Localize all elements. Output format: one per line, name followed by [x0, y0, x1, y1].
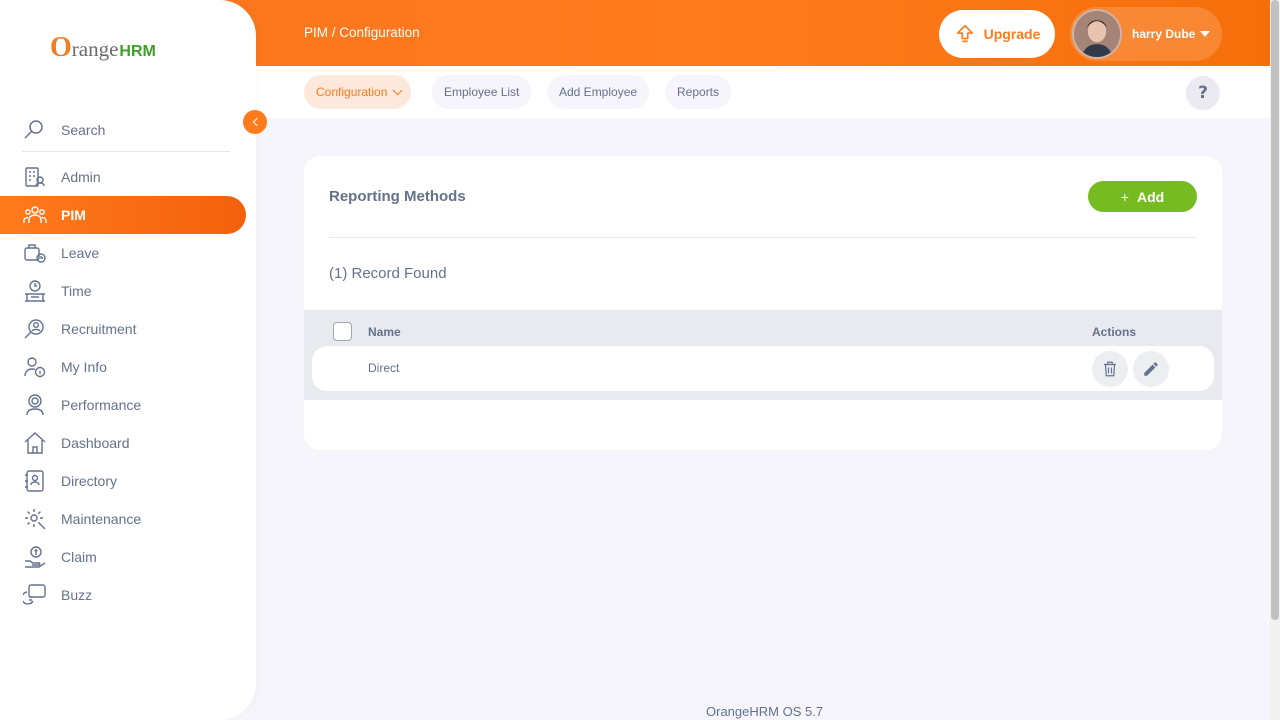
buzz-icon — [23, 584, 46, 605]
upgrade-button[interactable]: Upgrade — [939, 10, 1055, 58]
trash-icon — [1104, 361, 1116, 377]
tab-configuration[interactable]: Configuration — [304, 75, 412, 109]
breadcrumb-module: PIM — [304, 25, 329, 40]
tab-label: Reports — [677, 85, 720, 99]
orangehrm-logo: Orange HRM — [50, 32, 156, 64]
column-header-name: Name — [368, 325, 401, 339]
performance-icon — [26, 394, 44, 416]
table-row[interactable]: Direct — [312, 346, 1214, 391]
sidebar-item-dashboard[interactable]: Dashboard — [0, 424, 246, 462]
page-scrollbar[interactable] — [1270, 0, 1280, 720]
record-count: (1) Record Found — [329, 265, 447, 282]
breadcrumb-page: Configuration — [339, 25, 420, 40]
scrollbar-thumb[interactable] — [1271, 0, 1279, 620]
sidebar-item-performance[interactable]: Performance — [0, 386, 246, 424]
add-button-label: Add — [1136, 188, 1165, 205]
sidebar-item-label: Performance — [61, 397, 142, 413]
leave-icon — [24, 244, 46, 263]
sidebar-item-label: Recruitment — [61, 321, 137, 337]
sidebar-item-directory[interactable]: Directory — [0, 462, 246, 500]
time-icon — [25, 280, 45, 302]
sidebar-item-label: PIM — [61, 207, 86, 223]
plus-icon: + — [1120, 188, 1129, 205]
dashboard-icon — [24, 432, 46, 454]
sidebar-search[interactable]: Search — [22, 108, 230, 152]
tab-label: Add Employee — [559, 85, 638, 99]
upgrade-label: Upgrade — [983, 26, 1041, 42]
sidebar-item-recruitment[interactable]: Recruitment — [0, 310, 246, 348]
add-button[interactable]: + Add — [1088, 181, 1197, 212]
upgrade-arrow-icon — [956, 24, 973, 43]
sidebar-item-admin[interactable]: Admin — [0, 158, 246, 196]
sidebar-item-my-info[interactable]: My Info — [0, 348, 246, 386]
sidebar-item-buzz[interactable]: Buzz — [0, 576, 246, 614]
sidebar-item-label: Dashboard — [61, 435, 130, 451]
divider — [329, 237, 1197, 238]
sidebar-item-maintenance[interactable]: Maintenance — [0, 500, 246, 538]
sidebar: Orange HRM Search Admin PIM Leave Time Re… — [0, 0, 256, 720]
sidebar-item-label: Directory — [61, 473, 118, 489]
sidebar-item-label: Leave — [61, 245, 100, 261]
breadcrumb: PIM / Configuration — [304, 25, 420, 40]
directory-icon — [25, 470, 44, 492]
breadcrumb-separator: / — [328, 25, 340, 40]
column-header-actions: Actions — [1092, 325, 1137, 339]
user-dropdown[interactable]: harry Dube — [1070, 7, 1222, 61]
user-name: harry Dube — [1132, 27, 1196, 41]
page-title: Reporting Methods — [329, 188, 466, 205]
logo-o: O — [50, 32, 72, 63]
admin-icon — [25, 167, 45, 187]
footer-version: OrangeHRM OS 5.7 — [706, 704, 824, 719]
search-label: Search — [61, 121, 106, 138]
tab-add-employee[interactable]: Add Employee — [547, 75, 650, 109]
maintenance-icon — [25, 509, 46, 530]
sidebar-item-leave[interactable]: Leave — [0, 234, 246, 272]
help-button[interactable]: ? — [1186, 76, 1220, 110]
reporting-methods-card: Reporting Methods + Add (1) Record Found… — [304, 156, 1222, 450]
chevron-down-icon — [393, 84, 403, 95]
chevron-left-icon — [252, 117, 261, 127]
sidebar-item-pim[interactable]: PIM — [0, 196, 246, 234]
avatar — [1072, 9, 1122, 59]
sidebar-item-label: Buzz — [61, 587, 93, 603]
edit-button[interactable] — [1133, 351, 1169, 387]
sidebar-item-label: Maintenance — [61, 511, 142, 527]
caret-down-icon — [1200, 31, 1211, 37]
tab-reports[interactable]: Reports — [665, 75, 732, 109]
tab-label: Configuration — [316, 85, 388, 99]
select-all-checkbox[interactable] — [333, 322, 352, 341]
sidebar-item-claim[interactable]: Claim — [0, 538, 246, 576]
pim-icon — [23, 206, 47, 223]
records-table: Name Actions Direct — [304, 310, 1222, 400]
tab-employee-list[interactable]: Employee List — [432, 75, 532, 109]
sidebar-item-label: Admin — [61, 169, 101, 185]
sidebar-item-label: Time — [61, 283, 92, 299]
sidebar-item-label: Claim — [61, 549, 97, 565]
logo-text: range — [71, 37, 119, 61]
logo-hrm: HRM — [119, 43, 156, 60]
sub-navigation: Configuration Employee List Add Employee… — [256, 66, 1270, 118]
tab-label: Employee List — [444, 85, 520, 99]
search-icon — [24, 119, 43, 139]
recruitment-icon — [24, 319, 44, 339]
cell-name: Direct — [368, 361, 400, 375]
sidebar-collapse-button[interactable] — [243, 110, 267, 134]
my-info-icon — [24, 357, 46, 378]
delete-button[interactable] — [1092, 351, 1128, 387]
sidebar-item-label: My Info — [61, 359, 107, 375]
claim-icon — [25, 546, 46, 568]
sidebar-item-time[interactable]: Time — [0, 272, 246, 310]
pencil-icon — [1144, 362, 1158, 376]
